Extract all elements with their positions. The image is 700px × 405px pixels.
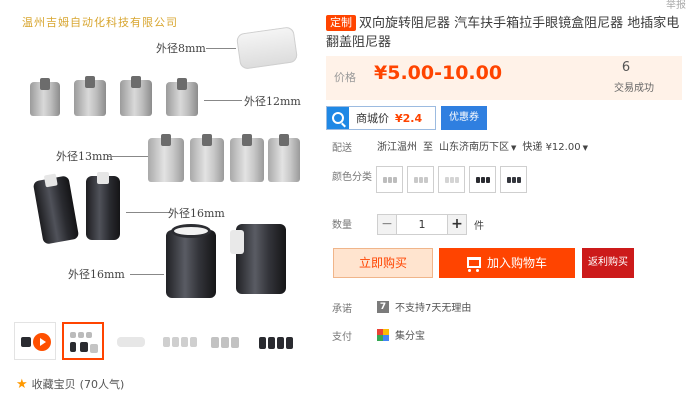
- quantity-label: 数量: [332, 220, 352, 231]
- shipping-label: 配送: [332, 143, 352, 154]
- quantity-decrement-button[interactable]: −: [377, 214, 397, 235]
- damper-16mm-large: [166, 224, 216, 298]
- damper-13mm: [268, 134, 300, 182]
- label-diameter-13mm: 外径13mm: [56, 150, 113, 163]
- damper-16mm-small: [32, 173, 80, 245]
- label-diameter-12mm: 外径12mm: [244, 95, 301, 108]
- add-to-cart-label: 加入购物车: [486, 256, 547, 270]
- thumbnail[interactable]: [158, 322, 200, 360]
- mall-price-label: 商城价: [356, 112, 389, 125]
- custom-tag: 定制: [326, 15, 356, 31]
- ship-destination-select[interactable]: 山东济南历下区 ▼: [439, 138, 516, 153]
- caret-down-icon: ▼: [511, 144, 517, 152]
- payment-info: 集分宝: [377, 327, 425, 342]
- quantity-stepper: − + 件: [377, 214, 484, 235]
- damper-12mm: [166, 78, 198, 116]
- color-options-label: 颜色分类: [332, 172, 372, 183]
- favorite-button[interactable]: ★ 收藏宝贝 (70人气): [16, 376, 124, 392]
- star-icon: ★: [16, 376, 28, 392]
- price-value: ¥5.00-10.00: [374, 62, 503, 84]
- coupon-button[interactable]: 优惠券: [441, 106, 487, 130]
- damper-13mm: [148, 134, 184, 182]
- damper-12mm: [30, 78, 60, 116]
- promise-text: 不支持7天无理由: [395, 303, 472, 314]
- damper-16mm-small: [86, 172, 120, 240]
- damper-13mm: [190, 134, 224, 182]
- shipping-info: 浙江温州 至 山东济南历下区 ▼ 快递 ¥12.00 ▼: [377, 138, 588, 153]
- price-label: 价格: [334, 71, 356, 84]
- mall-price-value: ¥2.4: [395, 111, 423, 125]
- color-swatch[interactable]: [438, 166, 465, 193]
- label-diameter-8mm: 外径8mm: [156, 42, 206, 55]
- product-title: 定制 双向旋转阻尼器 汽车扶手箱拉手眼镜盒阻尼器 地插家电翻盖阻尼器: [326, 14, 686, 52]
- price-panel: 价格 ¥5.00-10.00 6 交易成功: [326, 56, 682, 100]
- color-swatches: [376, 166, 527, 193]
- color-swatch[interactable]: [376, 166, 403, 193]
- ship-express-select[interactable]: 快递 ¥12.00 ▼: [522, 138, 588, 153]
- payment-text: 集分宝: [395, 331, 425, 342]
- no-return-icon: 7: [377, 300, 389, 313]
- ship-from: 浙江温州: [377, 142, 417, 153]
- thumbnail[interactable]: [254, 322, 296, 360]
- search-q-icon: [327, 107, 349, 129]
- damper-16mm-large: [230, 224, 286, 294]
- thumbnail[interactable]: [206, 322, 248, 360]
- sold-count: 6: [621, 60, 631, 75]
- ship-to-word: 至: [423, 142, 433, 153]
- thumbnail-video[interactable]: [14, 322, 56, 360]
- label-diameter-16mm-large: 外径16mm: [68, 268, 125, 281]
- shop-watermark: 温州吉姆自动化科技有限公司: [22, 16, 178, 29]
- quantity-unit: 件: [474, 221, 484, 232]
- sold-label: 交易成功: [614, 83, 654, 94]
- add-to-cart-button[interactable]: 加入购物车: [439, 248, 575, 278]
- play-icon: [33, 333, 51, 351]
- thumbnail-strip: [14, 322, 296, 362]
- label-diameter-16mm: 外径16mm: [168, 207, 225, 220]
- promise-label: 承诺: [332, 304, 352, 315]
- thumbnail[interactable]: [110, 322, 152, 360]
- jifenbao-icon: [377, 328, 389, 341]
- main-product-image[interactable]: 温州吉姆自动化科技有限公司 外径8mm 外径12mm 外径13mm 外径16mm…: [10, 0, 302, 306]
- favorite-count: (70人气): [79, 378, 125, 391]
- report-link[interactable]: 举报: [666, 0, 686, 11]
- damper-13mm: [230, 134, 264, 182]
- thumbnail-selected[interactable]: [62, 322, 104, 360]
- buy-now-button[interactable]: 立即购买: [333, 248, 433, 278]
- quantity-input[interactable]: [397, 214, 447, 235]
- promise-info: 7 不支持7天无理由: [377, 299, 471, 314]
- payment-label: 支付: [332, 332, 352, 343]
- damper-12mm: [120, 76, 152, 116]
- caret-down-icon: ▼: [582, 144, 588, 152]
- color-swatch[interactable]: [407, 166, 434, 193]
- damper-12mm: [74, 76, 106, 116]
- tube-8mm: [235, 26, 299, 70]
- favorite-label: 收藏宝贝: [31, 378, 76, 391]
- rebate-buy-button[interactable]: 返利购买: [582, 248, 634, 278]
- color-swatch[interactable]: [500, 166, 527, 193]
- product-title-text: 双向旋转阻尼器 汽车扶手箱拉手眼镜盒阻尼器 地插家电翻盖阻尼器: [326, 16, 680, 50]
- cart-icon: [466, 257, 481, 272]
- color-swatch[interactable]: [469, 166, 496, 193]
- quantity-increment-button[interactable]: +: [447, 214, 467, 235]
- mall-price-box[interactable]: 商城价 ¥2.4: [326, 106, 436, 130]
